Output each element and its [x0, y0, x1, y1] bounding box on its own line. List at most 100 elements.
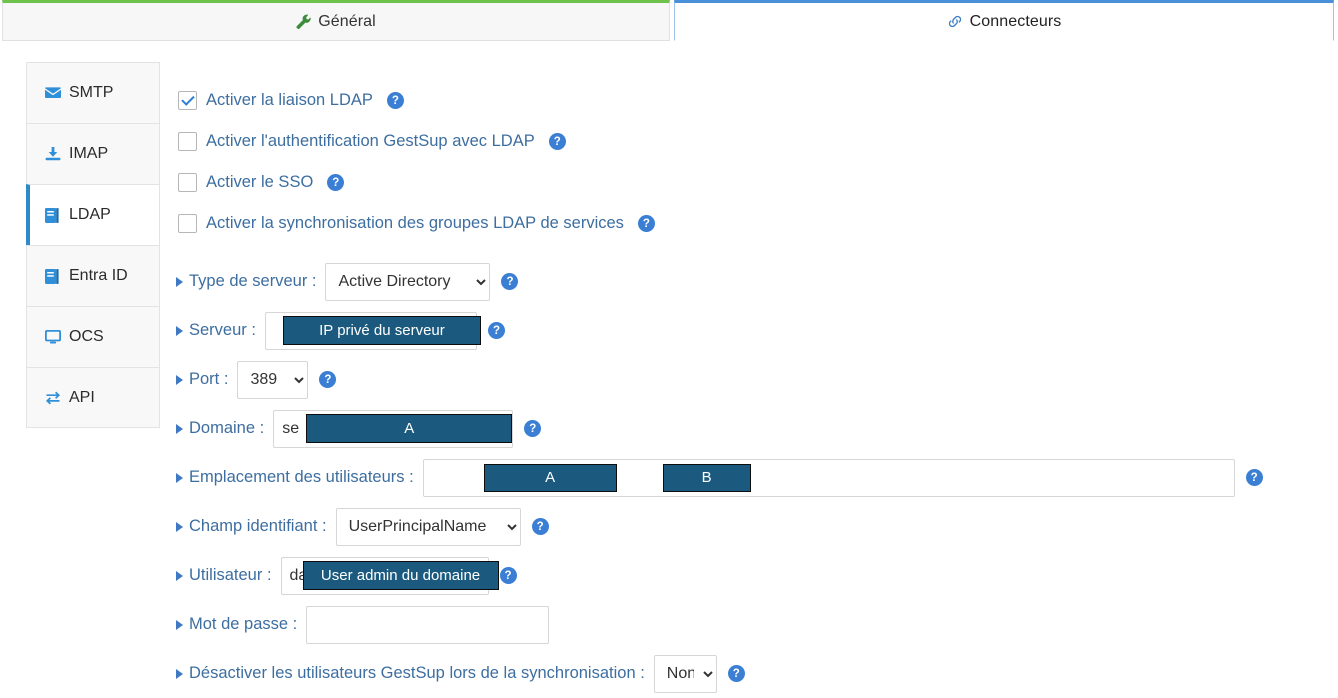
- label-password-text: Mot de passe :: [189, 615, 298, 633]
- tab-connecteurs[interactable]: Connecteurs: [674, 0, 1334, 41]
- connector-sidebar: SMTP IMAP LDAP Entra ID OCS API: [26, 62, 160, 428]
- sidebar-item-ocs-label: OCS: [69, 328, 104, 345]
- tab-general-label: Général: [318, 12, 376, 30]
- envelope-icon: [45, 87, 63, 99]
- bullet-icon: [176, 521, 183, 532]
- bullet-icon: [176, 472, 183, 483]
- select-server-type[interactable]: Active Directory: [325, 262, 491, 301]
- help-icon[interactable]: ?: [1245, 469, 1263, 486]
- help-icon[interactable]: ?: [637, 215, 655, 232]
- help-icon[interactable]: ?: [499, 567, 517, 584]
- label-server: Serveur :: [176, 321, 256, 340]
- sidebar-item-api[interactable]: API: [26, 367, 159, 428]
- sidebar-item-imap-label: IMAP: [69, 145, 109, 162]
- label-domain-text: Domaine :: [189, 419, 265, 437]
- help-icon[interactable]: ?: [487, 322, 505, 339]
- help-icon[interactable]: ?: [327, 174, 345, 191]
- label-user: Utilisateur :: [176, 566, 272, 585]
- ldap-settings-form: Activer la liaison LDAP ? Activer l'auth…: [176, 43, 1338, 698]
- bullet-icon: [176, 325, 183, 336]
- field-row-domain: Domaine : A ?: [176, 404, 1338, 453]
- field-row-identifier: Champ identifiant : UserPrincipalName ?: [176, 502, 1338, 551]
- bullet-icon: [176, 423, 183, 434]
- checkbox-enable-ldap-label: Activer la liaison LDAP: [206, 91, 373, 109]
- checkbox-row-enable-auth: Activer l'authentification GestSup avec …: [176, 121, 1338, 162]
- checkbox-enable-gestsup-auth[interactable]: [178, 132, 197, 151]
- exchange-icon: [45, 391, 63, 405]
- sidebar-item-api-label: API: [69, 388, 95, 406]
- label-server-text: Serveur :: [189, 321, 256, 339]
- field-row-server: Serveur : IP privé du serveur ?: [176, 306, 1338, 355]
- sidebar-item-imap[interactable]: IMAP: [26, 123, 159, 184]
- label-user-location-text: Emplacement des utilisateurs :: [189, 468, 414, 486]
- redaction-domain-a: A: [306, 413, 513, 443]
- label-identifier: Champ identifiant :: [176, 517, 327, 536]
- sidebar-item-ldap-label: LDAP: [69, 206, 111, 223]
- checkbox-enable-gestsup-auth-label: Activer l'authentification GestSup avec …: [206, 132, 535, 150]
- sidebar-item-smtp[interactable]: SMTP: [26, 62, 159, 123]
- settings-page: Général Connecteurs SMTP IMAP LDAP Entra…: [0, 0, 1338, 698]
- select-disable-users[interactable]: Non: [653, 654, 717, 693]
- label-port-text: Port :: [189, 370, 229, 388]
- checkbox-row-sync-groups: Activer la synchronisation des groupes L…: [176, 203, 1338, 244]
- wrench-icon: [296, 14, 311, 29]
- help-icon[interactable]: ?: [524, 420, 542, 437]
- download-icon: [45, 147, 63, 161]
- input-password[interactable]: [306, 605, 550, 644]
- sidebar-item-entra-id[interactable]: Entra ID: [26, 245, 159, 306]
- checkbox-enable-ldap[interactable]: [178, 91, 197, 110]
- label-domain: Domaine :: [176, 419, 264, 438]
- select-port[interactable]: 389: [237, 360, 309, 399]
- checkbox-enable-sso[interactable]: [178, 173, 197, 192]
- help-icon[interactable]: ?: [531, 518, 549, 535]
- server-input-wrap: IP privé du serveur: [264, 311, 481, 350]
- desktop-icon: [45, 330, 63, 344]
- bullet-icon: [176, 374, 183, 385]
- content-area: SMTP IMAP LDAP Entra ID OCS API Activer …: [0, 43, 1338, 698]
- redaction-server: IP privé du serveur: [282, 315, 481, 345]
- redaction-location-b: B: [662, 463, 751, 492]
- domain-input-wrap: A: [273, 409, 514, 448]
- bullet-icon: [176, 570, 183, 581]
- help-icon[interactable]: ?: [386, 92, 404, 109]
- redaction-location-a: A: [483, 463, 617, 492]
- label-password: Mot de passe :: [176, 615, 297, 634]
- checkbox-sync-ldap-service-groups[interactable]: [178, 214, 197, 233]
- sidebar-item-smtp-label: SMTP: [69, 84, 114, 101]
- label-disable-users: Désactiver les utilisateurs GestSup lors…: [176, 664, 645, 683]
- redaction-user: User admin du domaine: [302, 560, 499, 590]
- tab-general[interactable]: Général: [2, 0, 670, 41]
- sidebar-item-ocs[interactable]: OCS: [26, 306, 159, 367]
- book-icon: [45, 207, 63, 223]
- label-disable-users-text: Désactiver les utilisateurs GestSup lors…: [189, 664, 645, 682]
- tab-bar: Général Connecteurs: [0, 0, 1338, 43]
- field-row-password: Mot de passe :: [176, 600, 1338, 649]
- help-icon[interactable]: ?: [501, 273, 519, 290]
- label-user-location: Emplacement des utilisateurs :: [176, 468, 414, 487]
- label-user-text: Utilisateur :: [189, 566, 272, 584]
- field-row-user-location: Emplacement des utilisateurs : A B ?: [176, 453, 1338, 502]
- help-icon[interactable]: ?: [319, 371, 337, 388]
- help-icon[interactable]: ?: [727, 665, 745, 682]
- bullet-icon: [176, 668, 183, 679]
- checkbox-enable-sso-label: Activer le SSO: [206, 173, 314, 191]
- select-identifier-field[interactable]: UserPrincipalName: [335, 507, 521, 546]
- tab-connecteurs-label: Connecteurs: [969, 12, 1062, 30]
- book-icon: [45, 268, 63, 284]
- sidebar-item-ldap[interactable]: LDAP: [26, 184, 159, 245]
- field-row-user: Utilisateur : User admin du domaine ?: [176, 551, 1338, 600]
- label-identifier-text: Champ identifiant :: [189, 517, 327, 535]
- help-icon[interactable]: ?: [548, 133, 566, 150]
- field-row-server-type: Type de serveur : Active Directory ?: [176, 257, 1338, 306]
- checkbox-row-enable-ldap: Activer la liaison LDAP ?: [176, 80, 1338, 121]
- sidebar-item-entra-id-label: Entra ID: [69, 267, 128, 284]
- bullet-icon: [176, 619, 183, 630]
- field-row-port: Port : 389 ?: [176, 355, 1338, 404]
- checkbox-sync-ldap-service-groups-label: Activer la synchronisation des groupes L…: [206, 214, 624, 232]
- label-server-type: Type de serveur :: [176, 272, 316, 291]
- label-port: Port :: [176, 370, 228, 389]
- field-row-disable-users: Désactiver les utilisateurs GestSup lors…: [176, 649, 1338, 698]
- link-icon: [947, 14, 963, 29]
- user-location-input-wrap: A B: [422, 458, 1235, 497]
- bullet-icon: [176, 276, 183, 287]
